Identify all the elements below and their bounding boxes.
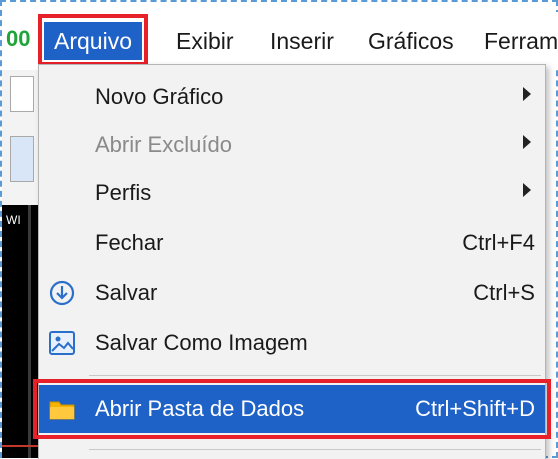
menu-item-label: Abrir Excluído <box>95 132 232 157</box>
menu-separator <box>89 449 541 450</box>
menu-item-salvar[interactable]: Salvar Ctrl+S <box>39 269 545 317</box>
menu-inserir[interactable]: Inserir <box>260 22 344 60</box>
menu-graficos[interactable]: Gráficos <box>358 22 464 60</box>
menu-bar: 00 Arquivo Exibir Inserir Gráficos Ferra… <box>2 12 558 70</box>
menu-ferramentas[interactable]: Ferrame <box>474 22 558 60</box>
toolbar-button[interactable] <box>10 136 34 182</box>
submenu-arrow-icon <box>523 135 531 149</box>
chart-gridline <box>28 205 31 458</box>
menu-item-fechar[interactable]: Fechar Ctrl+F4 <box>39 219 545 267</box>
menu-item-perfis[interactable]: Perfis <box>39 169 545 217</box>
folder-icon <box>47 394 77 424</box>
submenu-arrow-icon <box>523 87 531 101</box>
image-icon <box>47 328 77 358</box>
menu-item-novo-grafico[interactable]: Novo Gráfico <box>39 73 545 121</box>
menu-item-salvar-como-imagem[interactable]: Salvar Como Imagem <box>39 319 545 367</box>
menu-item-label: Perfis <box>95 180 152 205</box>
menu-item-shortcut: Ctrl+F4 <box>462 230 535 255</box>
menu-item-abrir-pasta-de-dados[interactable]: Abrir Pasta de Dados Ctrl+Shift+D <box>33 379 551 439</box>
app-status-icon: 00 <box>6 26 31 51</box>
menu-item-label: Novo Gráfico <box>95 84 224 109</box>
menu-exibir[interactable]: Exibir <box>166 22 244 60</box>
menu-item-label: Fechar <box>95 230 164 255</box>
menu-item-shortcut: Ctrl+Shift+D <box>415 396 535 421</box>
menu-item-label: Salvar Como Imagem <box>95 330 308 355</box>
arquivo-dropdown-menu: Novo Gráfico Abrir Excluído Perfis Fecha… <box>33 64 551 459</box>
toolbar-button[interactable] <box>10 76 34 112</box>
submenu-arrow-icon <box>523 183 531 197</box>
menu-item-label: Abrir Pasta de Dados <box>95 396 305 421</box>
save-icon <box>47 278 77 308</box>
menu-arquivo[interactable]: Arquivo <box>38 14 148 66</box>
menu-separator <box>89 375 541 376</box>
chart-price-line <box>2 445 38 447</box>
menu-item-abrir-excluido[interactable]: Abrir Excluído <box>39 121 545 169</box>
menu-item-label: Salvar <box>95 280 158 305</box>
menu-item-shortcut: Ctrl+S <box>473 280 535 305</box>
chart-symbol-label: WI <box>6 213 21 227</box>
selection-border-top <box>0 0 558 2</box>
